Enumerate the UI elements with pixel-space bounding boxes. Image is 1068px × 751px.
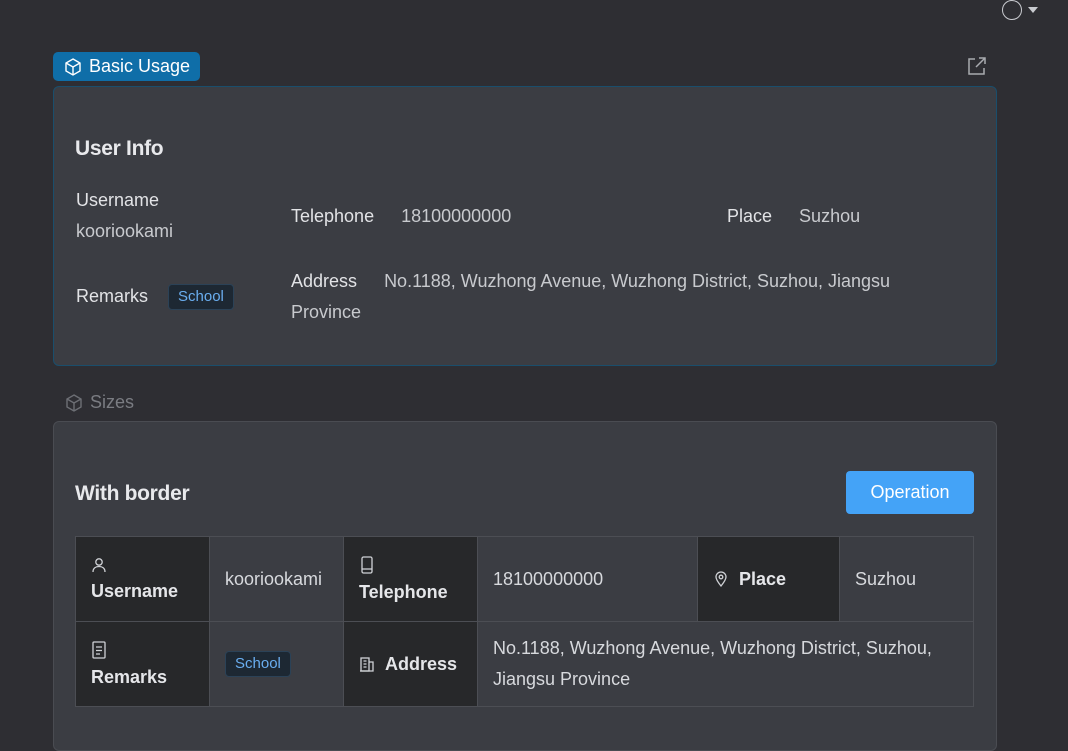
table-row: Remarks School Address No.1188, Wuzhong … [75, 621, 974, 707]
address-label-cell: Address [343, 621, 478, 707]
description-table: Username kooriookami Telephone 181000000… [75, 536, 974, 707]
username-field: Username kooriookami [76, 185, 173, 247]
address-value: No.1188, Wuzhong Avenue, Wuzhong Distric… [291, 271, 891, 322]
remarks-label-cell: Remarks [75, 621, 210, 707]
external-link-icon[interactable] [966, 55, 988, 77]
remarks-label: Remarks [91, 666, 168, 687]
operation-button[interactable]: Operation [846, 471, 974, 514]
address-field: Address No.1188, Wuzhong Avenue, Wuzhong… [291, 266, 931, 328]
remarks-tag: School [225, 651, 291, 677]
place-value: Suzhou [799, 206, 861, 226]
username-label: Username [91, 580, 179, 601]
telephone-value: 18100000000 [477, 536, 698, 622]
username-value: kooriookami [209, 536, 344, 622]
telephone-label-cell: Telephone [343, 536, 478, 622]
telephone-label: Telephone [359, 581, 448, 602]
address-label: Address [291, 271, 358, 291]
place-value: Suzhou [839, 536, 974, 622]
card-title: User Info [75, 137, 164, 160]
username-label: Username [76, 190, 160, 210]
table-row: Username kooriookami Telephone 181000000… [75, 536, 974, 622]
remarks-tag: School [168, 283, 234, 310]
building-icon [359, 656, 375, 672]
phone-icon [359, 555, 462, 574]
user-info-card: User Info Username kooriookami Telephone… [53, 86, 997, 366]
circle-icon [1002, 0, 1022, 20]
username-label-cell: Username [75, 536, 210, 622]
with-border-card: With border Operation Username kooriooka… [53, 421, 997, 751]
section-tag-basic-usage[interactable]: Basic Usage [53, 52, 201, 81]
user-icon [91, 557, 194, 573]
place-label: Place [739, 568, 787, 589]
document-icon [91, 640, 194, 659]
section-tag-label: Sizes [90, 392, 135, 412]
cube-icon [63, 57, 83, 77]
telephone-label: Telephone [291, 206, 375, 226]
caret-down-icon [1028, 7, 1038, 13]
section-tag-sizes[interactable]: Sizes [54, 388, 144, 417]
address-value: No.1188, Wuzhong Avenue, Wuzhong Distric… [477, 621, 974, 707]
telephone-field: Telephone 18100000000 [291, 201, 511, 232]
username-value: kooriookami [76, 221, 174, 241]
theme-switch[interactable] [1002, 0, 1038, 20]
cube-icon [64, 393, 84, 413]
place-label: Place [727, 206, 773, 226]
section-tag-label: Basic Usage [89, 56, 191, 76]
card-title: With border [75, 482, 190, 505]
remarks-field: Remarks School [76, 281, 234, 312]
remarks-value-cell: School [209, 621, 344, 707]
telephone-value: 18100000000 [401, 206, 512, 226]
place-field: Place Suzhou [727, 201, 860, 232]
address-label: Address [385, 653, 458, 674]
place-label-cell: Place [697, 536, 840, 622]
location-icon [713, 571, 729, 587]
remarks-label: Remarks [76, 286, 149, 306]
